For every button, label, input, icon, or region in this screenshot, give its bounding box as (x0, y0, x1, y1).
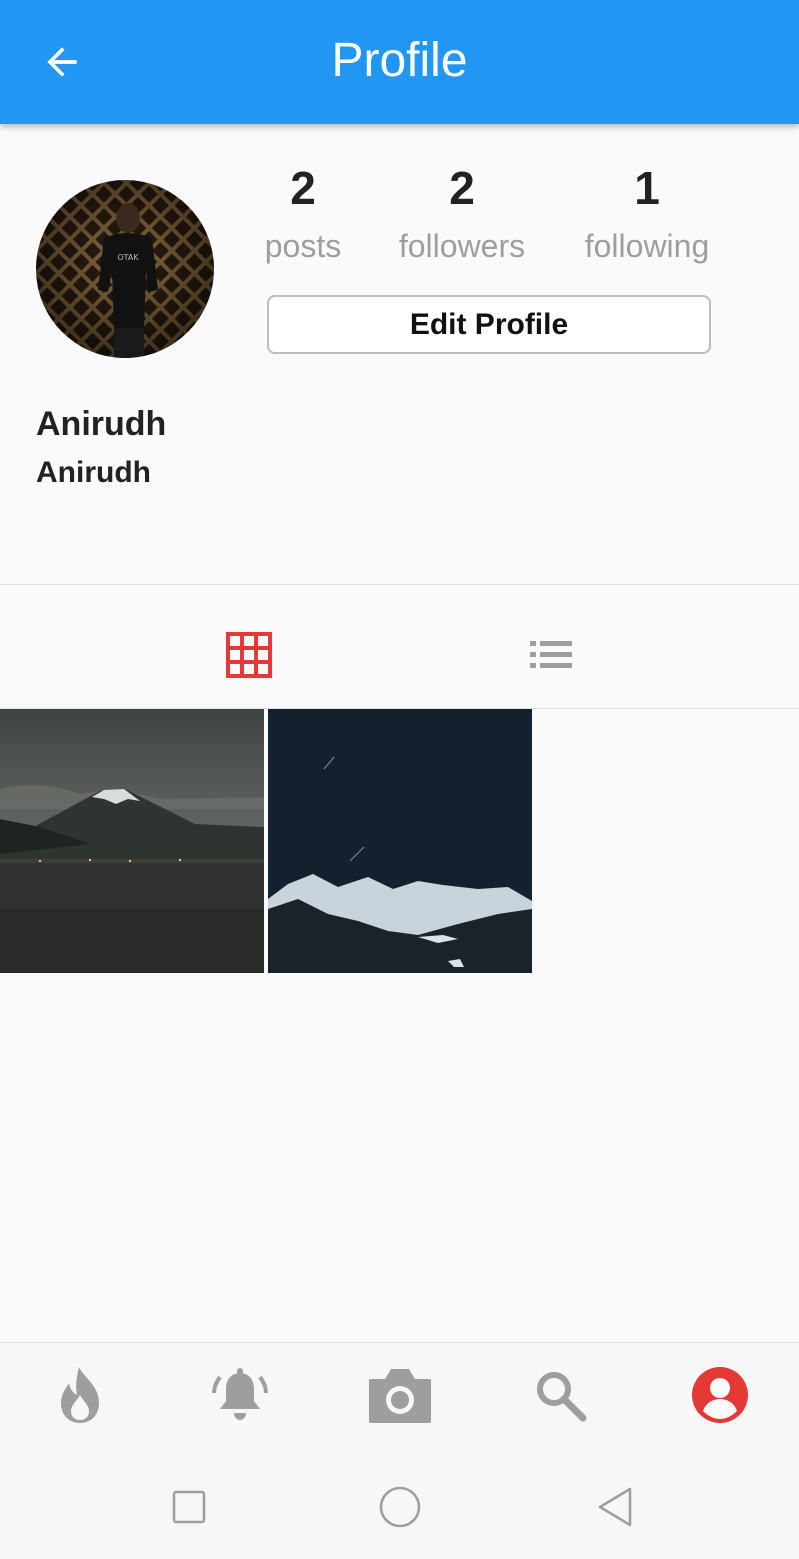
divider (0, 584, 799, 585)
avatar-photo: OTAK (36, 180, 214, 358)
nav-item-profile[interactable] (685, 1362, 755, 1428)
system-home-button[interactable] (375, 1482, 425, 1532)
edit-profile-button[interactable]: Edit Profile (267, 295, 711, 354)
mountain-lake-photo (0, 709, 264, 973)
post-thumbnail[interactable] (0, 709, 264, 973)
recents-icon (172, 1490, 206, 1524)
back-icon (598, 1487, 632, 1527)
search-icon (537, 1372, 587, 1422)
account-icon (692, 1367, 748, 1423)
stat-value: 2 (449, 162, 475, 214)
bell-icon (212, 1368, 268, 1420)
snowy-mountains-night-photo (268, 709, 532, 973)
grid-icon (226, 632, 272, 678)
stat-value: 2 (290, 162, 316, 214)
stat-label: followers (398, 228, 526, 264)
app-bar: Profile (0, 0, 799, 124)
tab-list-view[interactable] (521, 625, 581, 685)
stat-label: following (584, 228, 710, 264)
avatar[interactable]: OTAK (36, 180, 214, 358)
flame-icon (61, 1367, 99, 1423)
system-recents-button[interactable] (164, 1482, 214, 1532)
home-icon (379, 1486, 421, 1528)
nav-item-notifications[interactable] (205, 1362, 275, 1428)
stat-posts[interactable]: 2 posts (218, 160, 388, 276)
stat-following[interactable]: 1 following (562, 160, 732, 276)
stat-label: posts (264, 228, 342, 264)
svg-text:OTAK: OTAK (117, 253, 139, 262)
stat-value: 1 (634, 162, 660, 214)
page-title: Profile (331, 34, 468, 87)
camera-icon (369, 1369, 431, 1423)
system-back-button[interactable] (590, 1482, 640, 1532)
list-icon (530, 641, 572, 668)
post-thumbnail[interactable] (268, 709, 532, 973)
tab-grid-view[interactable] (219, 625, 279, 685)
nav-item-camera[interactable] (365, 1362, 435, 1428)
nav-item-feed[interactable] (45, 1362, 115, 1428)
nav-item-search[interactable] (525, 1362, 595, 1428)
profile-name: Anirudh (36, 405, 167, 443)
stat-followers[interactable]: 2 followers (377, 160, 547, 276)
profile-username: Anirudh (36, 456, 151, 489)
